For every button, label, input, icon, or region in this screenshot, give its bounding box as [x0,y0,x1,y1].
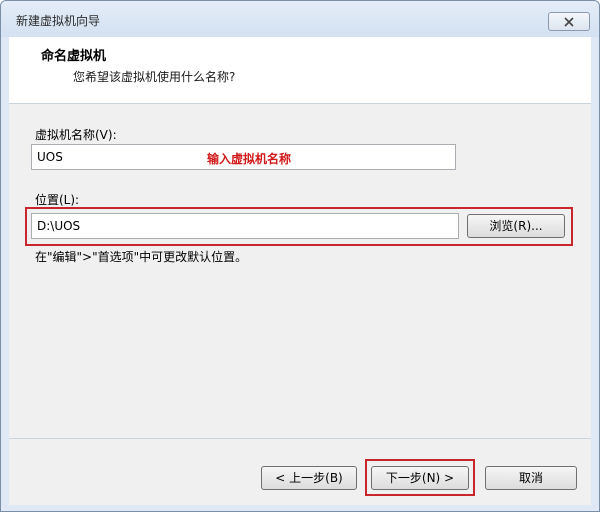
location-label: 位置(L): [35,193,80,207]
close-button[interactable] [548,12,590,31]
page-title: 命名虚拟机 [41,49,107,64]
name-annotation: 输入虚拟机名称 [207,152,292,166]
wizard-window: 新建虚拟机向导 命名虚拟机 您希望该虚拟机使用什么名称? 虚拟机名称(V): U… [0,0,600,512]
next-button[interactable]: 下一步(N) > [371,466,469,490]
back-button[interactable]: < 上一步(B) [261,466,357,490]
wizard-footer: < 上一步(B) 下一步(N) > 取消 [9,438,591,505]
close-icon [564,16,574,27]
page-subtitle: 您希望该虚拟机使用什么名称? [73,70,236,84]
wizard-body: 虚拟机名称(V): UOS 输入虚拟机名称 位置(L): D:\UOS 浏览(R… [9,104,591,438]
wizard-header: 命名虚拟机 您希望该虚拟机使用什么名称? [9,37,591,104]
location-input[interactable]: D:\UOS [31,213,459,239]
vm-name-label: 虚拟机名称(V): [35,128,117,142]
cancel-button[interactable]: 取消 [485,466,577,490]
window-title: 新建虚拟机向导 [16,14,101,28]
browse-button[interactable]: 浏览(R)... [467,214,565,238]
title-bar: 新建虚拟机向导 [1,1,599,37]
location-hint: 在"编辑">"首选项"中可更改默认位置。 [35,250,248,264]
